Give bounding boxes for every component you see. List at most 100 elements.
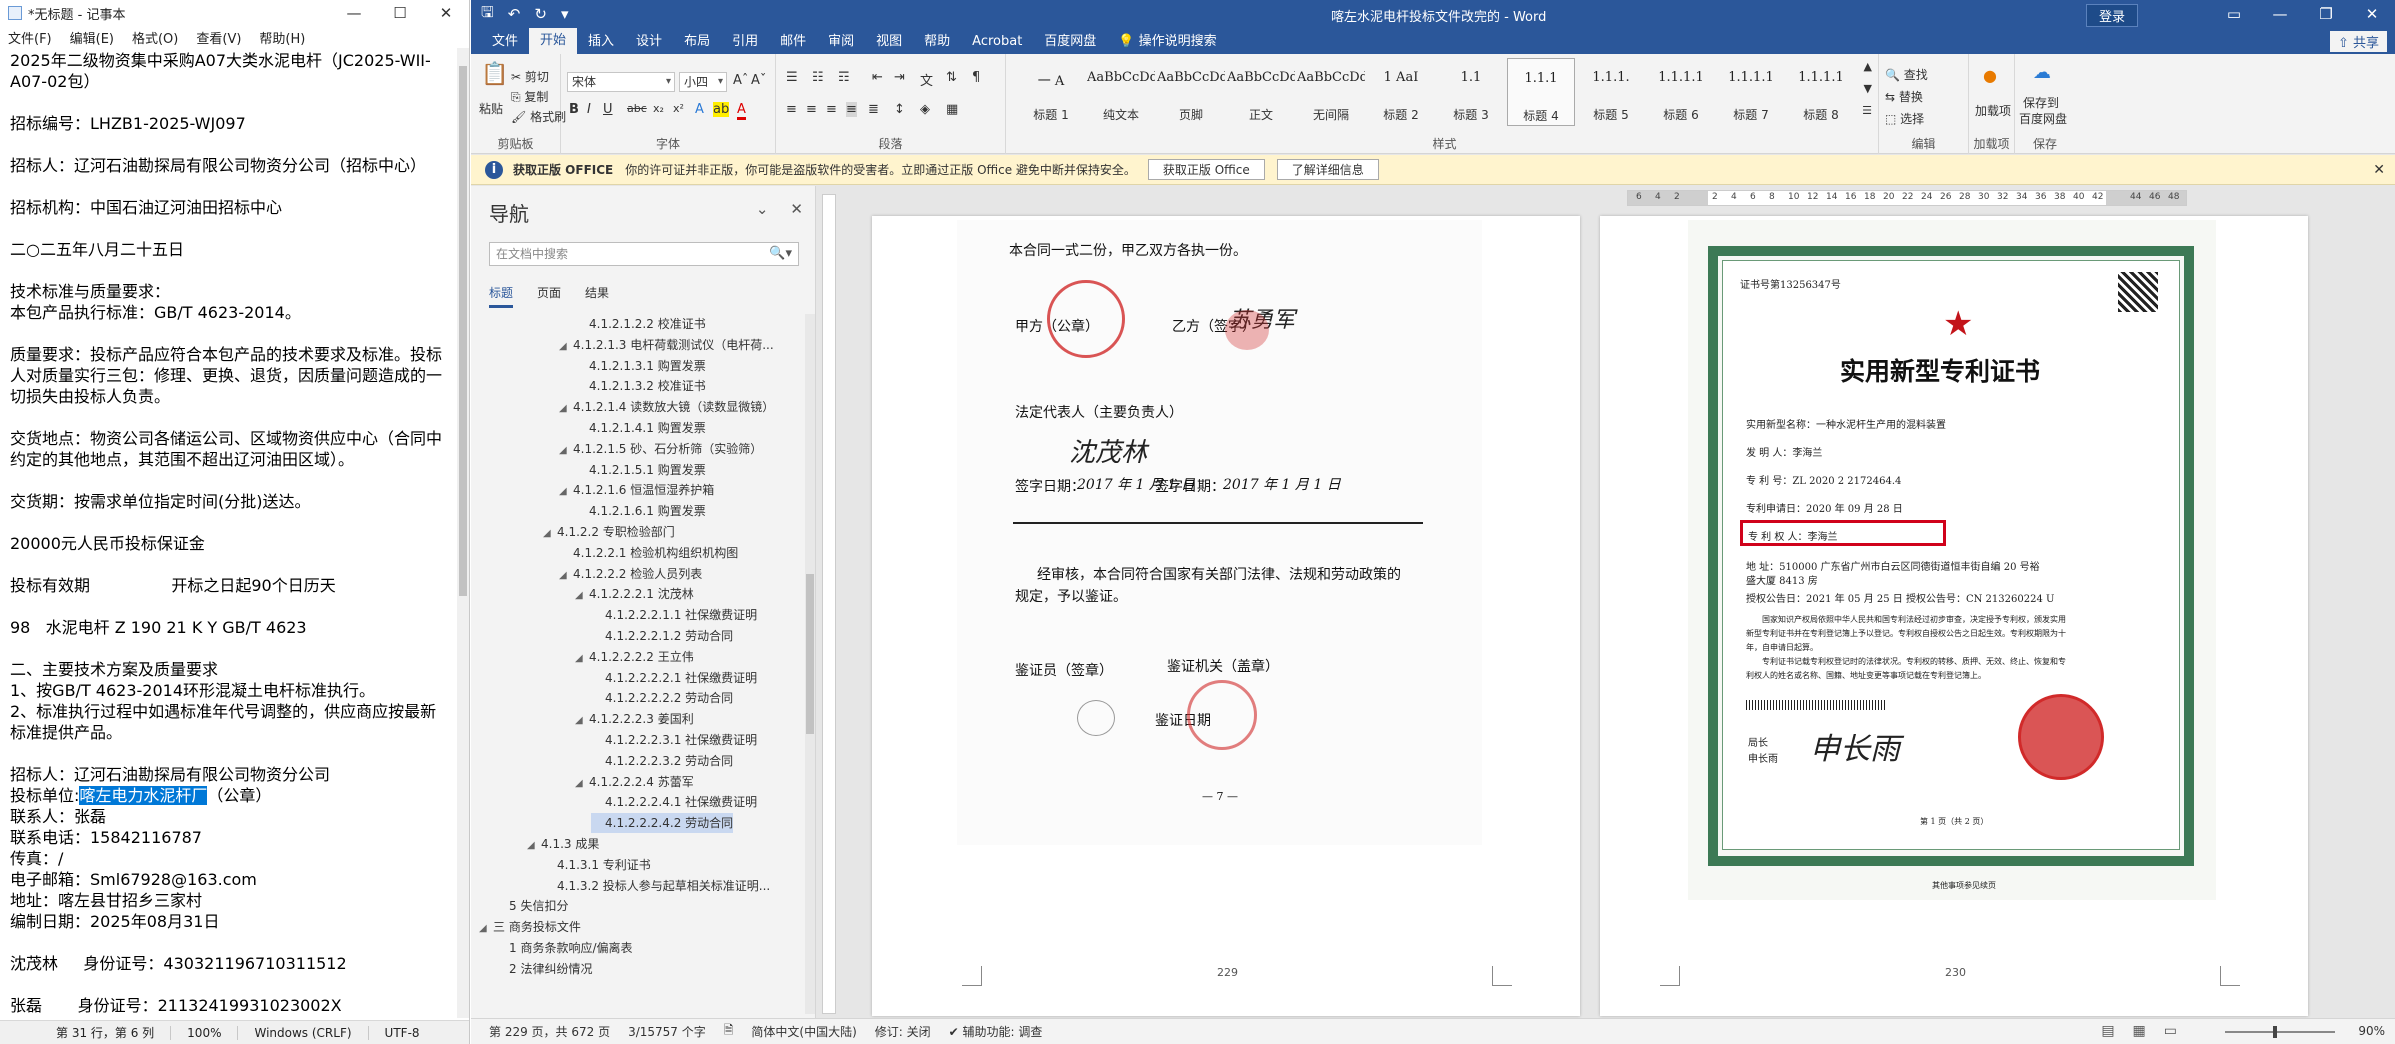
underline-icon[interactable]: U bbox=[603, 102, 613, 117]
notepad-text-area[interactable]: 2025年二级物资集中采购A07大类水泥电杆（JC2025-WII- A07-02… bbox=[0, 48, 458, 1018]
save-to-button[interactable]: 保存到 bbox=[2023, 94, 2059, 111]
nav-heading-item[interactable]: ◢ 4.1.3 成果 bbox=[527, 834, 599, 854]
bullets-icon[interactable]: ☰ bbox=[786, 70, 798, 85]
view-buttons-icon[interactable]: ▤▦▭ bbox=[2101, 1023, 2195, 1039]
style-正文[interactable]: AaBbCcDd 正文 bbox=[1227, 58, 1295, 126]
close-icon[interactable]: ✕ bbox=[423, 4, 469, 22]
nav-heading-item[interactable]: ◢ 三 商务投标文件 bbox=[479, 917, 581, 937]
nav-heading-item[interactable]: ◢ 4.1.2.2.2.4 苏蕾军 bbox=[575, 772, 694, 792]
decrease-indent-icon[interactable]: ⇤ bbox=[872, 70, 883, 85]
style-标题-5[interactable]: 1.1.1. 标题 5 bbox=[1577, 58, 1645, 126]
italic-icon[interactable]: I bbox=[587, 102, 591, 117]
copy-button[interactable]: ⎘ 复制 bbox=[511, 88, 548, 105]
expand-triangle-icon[interactable]: ◢ bbox=[479, 919, 493, 939]
undo-icon[interactable]: ↶ bbox=[508, 5, 521, 23]
tab-view[interactable]: 视图 bbox=[865, 30, 913, 54]
expand-triangle-icon[interactable]: ◢ bbox=[559, 337, 573, 357]
tab-design[interactable]: 设计 bbox=[625, 30, 673, 54]
restore-icon[interactable]: ❐ bbox=[2303, 0, 2349, 28]
expand-triangle-icon[interactable]: ◢ bbox=[559, 482, 573, 502]
nav-heading-item[interactable]: ◢ 4.1.2.2 专职检验部门 bbox=[543, 522, 675, 542]
nav-heading-item[interactable]: 4.1.2.1.6.1 购置发票 bbox=[575, 501, 706, 521]
selected-text[interactable]: 喀左电力水泥杆厂 bbox=[79, 786, 208, 805]
menu-help[interactable]: 帮助(H) bbox=[259, 28, 305, 47]
nav-heading-item[interactable]: 4.1.2.2.2.2.2 劳动合同 bbox=[591, 688, 733, 708]
font-color-icon[interactable]: A bbox=[737, 102, 746, 120]
tab-layout[interactable]: 布局 bbox=[673, 30, 721, 54]
nav-heading-item[interactable]: 4.1.2.1.2.2 校准证书 bbox=[575, 314, 706, 334]
bold-icon[interactable]: B bbox=[569, 102, 579, 117]
highlight-icon[interactable]: ab bbox=[713, 102, 730, 117]
close-warning-icon[interactable]: ✕ bbox=[2373, 162, 2385, 178]
multilevel-list-icon[interactable]: ☶ bbox=[838, 70, 850, 85]
nav-heading-item[interactable]: ◢ 4.1.2.1.4 读数放大镜（读数显微镜） bbox=[559, 397, 774, 417]
expand-triangle-icon[interactable]: ◢ bbox=[543, 524, 557, 544]
proofing-icon[interactable]: 🗎 bbox=[724, 1021, 734, 1042]
tell-me-search[interactable]: 💡 操作说明搜索 bbox=[1107, 30, 1227, 54]
style-标题-1[interactable]: 一 A 标题 1 bbox=[1017, 58, 1085, 126]
font-size-combo[interactable]: 小四 bbox=[679, 72, 727, 92]
style-标题-7[interactable]: 1.1.1.1 标题 7 bbox=[1717, 58, 1785, 126]
nav-tab-results[interactable]: 结果 bbox=[585, 284, 609, 308]
scrollbar-thumb[interactable] bbox=[459, 66, 467, 596]
nav-heading-item[interactable]: ◢ 4.1.2.2.2.1 沈茂林 bbox=[575, 584, 694, 604]
show-marks-icon[interactable]: ¶ bbox=[972, 70, 980, 85]
baidu-cloud-icon[interactable]: ☁ bbox=[2033, 62, 2051, 83]
find-button[interactable]: 🔍 查找 bbox=[1885, 66, 1928, 83]
tab-review[interactable]: 审阅 bbox=[817, 30, 865, 54]
align-right-icon[interactable]: ≡ bbox=[826, 102, 837, 117]
nav-tab-pages[interactable]: 页面 bbox=[537, 284, 561, 308]
subscript-icon[interactable]: x₂ bbox=[653, 102, 664, 115]
chinese-layout-icon[interactable]: 文 bbox=[920, 70, 933, 89]
nav-heading-item[interactable]: 4.1.3.2 投标人参与起草相关标准证明... bbox=[543, 876, 770, 896]
borders-icon[interactable]: ▦ bbox=[946, 102, 958, 117]
nav-heading-item[interactable]: 4.1.2.2.2.4.1 社保缴费证明 bbox=[591, 792, 757, 812]
expand-triangle-icon[interactable]: ◢ bbox=[527, 836, 541, 856]
style-无间隔[interactable]: AaBbCcDd 无间隔 bbox=[1297, 58, 1365, 126]
login-button[interactable]: 登录 bbox=[2086, 4, 2139, 27]
nav-search-input[interactable]: 在文档中搜索 🔍▾ bbox=[489, 242, 799, 266]
nav-heading-item[interactable]: 4.1.2.2.2.1.1 社保缴费证明 bbox=[591, 605, 757, 625]
nav-heading-item[interactable]: 4.1.2.2.2.4.2 劳动合同 bbox=[591, 813, 734, 834]
scrollbar-thumb[interactable] bbox=[806, 574, 814, 734]
nav-heading-item[interactable]: ◢ 4.1.2.2.2 检验人员列表 bbox=[559, 564, 702, 584]
font-name-combo[interactable]: 宋体 bbox=[567, 72, 675, 92]
maximize-icon[interactable]: ☐ bbox=[377, 4, 423, 22]
numbering-icon[interactable]: ☷ bbox=[812, 70, 824, 85]
ribbon-display-icon[interactable]: ▭ bbox=[2211, 0, 2257, 28]
nav-heading-item[interactable]: 4.1.2.2.2.1.2 劳动合同 bbox=[591, 626, 733, 646]
style-纯文本[interactable]: AaBbCcDd 纯文本 bbox=[1087, 58, 1155, 126]
pane-options-icon[interactable]: ⌄ bbox=[756, 200, 769, 218]
nav-heading-item[interactable]: 4.1.3.1 专利证书 bbox=[543, 855, 651, 875]
zoom-slider-knob[interactable] bbox=[2273, 1026, 2277, 1038]
sort-icon[interactable]: ⇅ bbox=[946, 70, 957, 85]
nav-heading-item[interactable]: 2 法律纠纷情况 bbox=[495, 959, 592, 979]
expand-triangle-icon[interactable]: ◢ bbox=[559, 399, 573, 419]
replace-button[interactable]: ⇆ 替换 bbox=[1885, 88, 1923, 105]
nav-heading-item[interactable]: 5 失信扣分 bbox=[495, 896, 568, 916]
nav-heading-item[interactable]: ◢ 4.1.2.1.6 恒温恒湿养护箱 bbox=[559, 480, 714, 500]
menu-format[interactable]: 格式(O) bbox=[132, 28, 178, 47]
nav-heading-item[interactable]: 1 商务条款响应/偏离表 bbox=[495, 938, 633, 958]
style-页脚[interactable]: AaBbCcDd 页脚 bbox=[1157, 58, 1225, 126]
line-spacing-icon[interactable]: ↕ bbox=[894, 102, 905, 117]
styles-more-icon[interactable]: ☰ bbox=[1862, 104, 1872, 117]
customize-icon[interactable]: ▾ bbox=[561, 5, 569, 23]
distributed-icon[interactable]: ≣ bbox=[868, 102, 879, 117]
document-area[interactable]: 6 4 2 2 4 6 8 10 12 14 16 18 20 22 24 26 28 30 32 34 36 38 40 4… bbox=[817, 186, 2395, 1018]
cut-button[interactable]: ✂ 剪切 bbox=[511, 68, 549, 85]
learn-more-button[interactable]: 了解详细信息 bbox=[1276, 159, 1379, 180]
styles-scroll-down-icon[interactable]: ▼ bbox=[1864, 82, 1872, 95]
nav-heading-item[interactable]: 4.1.2.1.3.1 购置发票 bbox=[575, 356, 706, 376]
style-标题-4[interactable]: 1.1.1 标题 4 bbox=[1507, 58, 1575, 126]
addins-button[interactable]: 加载项 bbox=[1975, 102, 2011, 119]
increase-indent-icon[interactable]: ⇥ bbox=[894, 70, 905, 85]
language[interactable]: 简体中文(中国大陆) bbox=[751, 1023, 856, 1040]
tab-references[interactable]: 引用 bbox=[721, 30, 769, 54]
accessibility[interactable]: ✔ 辅助功能: 调查 bbox=[949, 1023, 1043, 1040]
text-effects-icon[interactable]: A bbox=[695, 102, 704, 117]
strikethrough-icon[interactable]: abc bbox=[627, 102, 647, 115]
nav-heading-item[interactable]: 4.1.2.2.2.3.1 社保缴费证明 bbox=[591, 730, 757, 750]
zoom-slider[interactable] bbox=[2225, 1031, 2335, 1033]
nav-scrollbar[interactable] bbox=[805, 314, 815, 1014]
